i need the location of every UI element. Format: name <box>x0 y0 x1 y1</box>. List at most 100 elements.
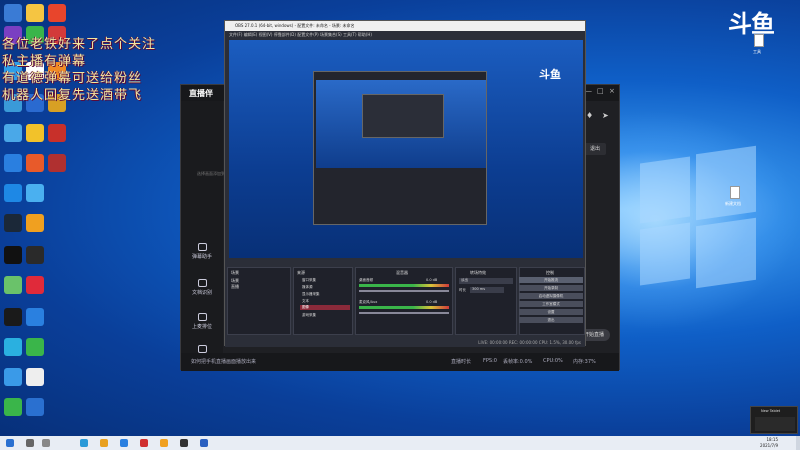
overlay-line: 机器人回复先送酒带飞 <box>2 88 143 103</box>
taskbar-app-icon[interactable] <box>160 439 168 447</box>
source-item[interactable]: 窗口采集 <box>302 278 316 283</box>
notification-thumbnail[interactable]: New Tablet <box>750 406 798 434</box>
windows-logo <box>610 140 760 300</box>
scene-item[interactable]: 直播 <box>231 284 239 290</box>
audio-meter <box>359 306 449 309</box>
exit-button[interactable]: 退出 <box>584 143 606 155</box>
desktop-icon[interactable] <box>4 214 22 232</box>
desktop-icon[interactable] <box>48 154 66 172</box>
source-item[interactable]: 游戏采集 <box>302 313 316 318</box>
close-icon[interactable]: × <box>609 87 615 95</box>
audio-meter <box>359 284 449 287</box>
taskbar-app-icon[interactable] <box>180 439 188 447</box>
start-streaming-button[interactable]: 开始推流 <box>519 277 583 283</box>
taskbar-app-icon[interactable] <box>120 439 128 447</box>
desktop: 各位老铁好来了点个关注 私主播有弹幕 有道德弹幕可送给粉丝 机器人回复先送酒带飞… <box>0 0 800 436</box>
desktop-icon[interactable] <box>48 124 66 142</box>
desktop-icon[interactable] <box>26 184 44 202</box>
stream-app-logo: 直播伴 <box>189 89 213 98</box>
duration-label: 时长 <box>459 288 466 292</box>
status-cpu: CPU:0% <box>543 358 563 364</box>
desktop-icon[interactable] <box>4 398 22 416</box>
taskbar-clock[interactable]: 18:15 2021/7/9 <box>760 437 778 449</box>
desktop-icon[interactable] <box>48 4 66 22</box>
obs-titlebar: OBS 27.0.1 (64-bit, windows) - 配置文件: 未命名… <box>225 21 585 31</box>
taskbar-app-icon[interactable] <box>80 439 88 447</box>
taskbar-app-icon[interactable] <box>26 439 34 447</box>
desktop-icon[interactable] <box>4 338 22 356</box>
show-desktop-button[interactable] <box>796 436 800 450</box>
desktop-icon[interactable] <box>26 4 44 22</box>
duration-input[interactable]: 300 ms <box>470 287 504 293</box>
obs-window: OBS 27.0.1 (64-bit, windows) - 配置文件: 未命名… <box>224 20 586 347</box>
start-recording-button[interactable]: 开始录制 <box>519 285 583 291</box>
taskbar-app-icon[interactable] <box>42 439 50 447</box>
desktop-icon[interactable] <box>4 368 22 386</box>
mixer-dock: 混音器 桌面音频 0.0 dB 麦克风/Aux 0.0 dB <box>355 267 453 335</box>
sidebar-item-label: 文档识别 <box>191 290 212 296</box>
source-item-selected[interactable]: 图像 <box>300 305 350 310</box>
taskbar-app-icon[interactable] <box>200 439 208 447</box>
desktop-icon[interactable] <box>4 276 22 294</box>
dock-title: 场景 <box>231 270 239 275</box>
desktop-icon[interactable] <box>4 154 22 172</box>
status-duration: 直播时长 <box>451 359 472 365</box>
rank-icon <box>197 313 207 321</box>
sidebar-item-label: 弹幕助手 <box>191 254 212 260</box>
desktop-icon[interactable] <box>4 246 22 264</box>
desktop-icon[interactable] <box>4 184 22 202</box>
virtual-camera-button[interactable]: 启动虚拟摄像机 <box>519 293 583 299</box>
sidebar-item-danmu[interactable]: 弹幕助手 <box>183 243 221 260</box>
desktop-icon[interactable] <box>26 154 44 172</box>
mixer-track-name: 桌面音频 <box>359 278 373 282</box>
studio-mode-button[interactable]: 工作室模式 <box>519 301 583 307</box>
desktop-icon[interactable] <box>4 4 22 22</box>
notification-title: New Tablet <box>761 409 781 413</box>
desktop-icon[interactable] <box>26 368 44 386</box>
taskbar-app-icon[interactable] <box>100 439 108 447</box>
desktop-icon[interactable] <box>4 308 22 326</box>
desktop-icon[interactable] <box>26 398 44 416</box>
source-item[interactable]: 媒体源 <box>302 285 313 290</box>
desktop-icon[interactable] <box>4 124 22 142</box>
volume-slider[interactable] <box>359 290 449 292</box>
mixer-track-level: 0.0 dB <box>426 278 438 282</box>
desktop-icon[interactable] <box>26 214 44 232</box>
transition-select[interactable]: 淡出 <box>459 278 513 284</box>
file-icon[interactable] <box>730 186 740 199</box>
sidebar-item-label: 上麦排位 <box>191 324 212 330</box>
desktop-icon[interactable] <box>26 246 44 264</box>
volume-slider[interactable] <box>359 312 449 314</box>
taskbar-app-icon[interactable] <box>140 439 148 447</box>
maximize-icon[interactable]: □ <box>597 87 604 95</box>
status-drop: 丢帧率:0.0% <box>503 359 533 365</box>
bell-icon[interactable]: ♦ <box>586 111 593 120</box>
sidebar-item-doc[interactable]: 文档识别 <box>183 279 221 296</box>
windows-start-icon[interactable] <box>6 439 14 447</box>
desktop-icon[interactable] <box>26 276 44 294</box>
bottom-hint[interactable]: 如何把手机直播画面播放出来 <box>191 358 256 365</box>
obs-menubar[interactable]: 文件(F) 编辑(E) 视图(V) 停靠部件(D) 配置文件(P) 场景集合(S… <box>225 31 585 38</box>
status-fps: FPS:0 <box>483 358 497 364</box>
overlay-line: 私主播有弹幕 <box>2 54 87 69</box>
minimize-icon[interactable]: — <box>585 87 592 95</box>
exit-button[interactable]: 退出 <box>519 317 583 323</box>
nested-preview-screen <box>316 80 486 168</box>
sources-dock: 来源 窗口采集 媒体源 显示器采集 文本 图像 游戏采集 <box>293 267 353 335</box>
file-icon[interactable] <box>754 34 764 47</box>
mixer-track-level: 0.0 dB <box>426 300 438 304</box>
stream-status-bar: 如何把手机直播画面播放出来 直播时长 FPS:0 丢帧率:0.0% CPU:0%… <box>181 353 619 371</box>
status-mem: 内存:37% <box>573 359 596 365</box>
settings-button[interactable]: 设置 <box>519 309 583 315</box>
sidebar-item-queue[interactable]: 上麦排位 <box>183 313 221 330</box>
overlay-line: 各位老铁好来了点个关注 <box>2 37 157 52</box>
share-icon[interactable]: ➤ <box>602 111 609 120</box>
source-item[interactable]: 显示器采集 <box>302 292 320 297</box>
desktop-icon[interactable] <box>26 308 44 326</box>
file-label: 工具 <box>753 49 761 54</box>
source-item[interactable]: 文本 <box>302 299 309 304</box>
desktop-icon[interactable] <box>26 338 44 356</box>
desktop-icon[interactable] <box>26 124 44 142</box>
clock-date: 2021/7/9 <box>760 443 778 448</box>
douyu-logo: 斗鱼 <box>728 10 775 38</box>
